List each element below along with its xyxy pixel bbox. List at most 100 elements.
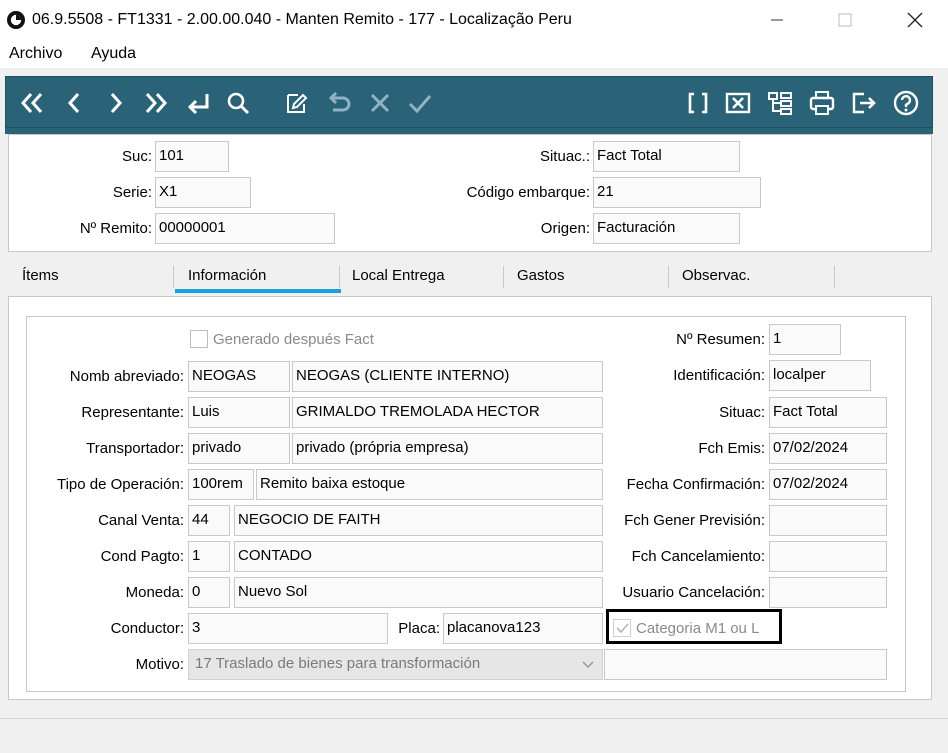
moneda-code-field[interactable]: 0 — [188, 577, 230, 608]
tipo-operacion-desc-field[interactable]: Remito baixa estoque — [256, 469, 603, 500]
print-button[interactable] — [806, 87, 838, 119]
suc-field[interactable]: 101 — [155, 141, 229, 172]
identificacion-field[interactable]: localper — [769, 360, 871, 391]
tree-icon — [768, 92, 792, 115]
tab-separator — [834, 266, 835, 288]
menu-ayuda[interactable]: Ayuda — [91, 45, 136, 63]
fch-gener-prevision-field[interactable] — [769, 505, 887, 536]
generado-checkbox[interactable] — [190, 330, 208, 348]
app-icon — [7, 11, 25, 29]
status-divider — [0, 718, 948, 719]
last-record-button[interactable] — [140, 87, 172, 119]
next-record-button[interactable] — [100, 87, 132, 119]
tab-bar: Ítems Información Local Entrega Gastos O… — [8, 260, 938, 296]
maximize-icon — [838, 13, 852, 27]
title-bar: 06.9.5508 - FT1331 - 2.00.00.040 - Mante… — [0, 0, 948, 40]
fch-cancelamiento-field[interactable] — [769, 541, 887, 572]
exit-button[interactable] — [848, 87, 880, 119]
remito-label: Nº Remito: — [79, 220, 152, 237]
tipo-operacion-label: Tipo de Operación: — [56, 476, 184, 493]
help-button[interactable] — [890, 87, 922, 119]
motivo-label: Motivo: — [135, 656, 184, 673]
tab-gastos[interactable]: Gastos — [517, 267, 565, 284]
tab-informacion[interactable]: Información — [188, 267, 266, 284]
cancel-button[interactable] — [364, 87, 396, 119]
confirm-button[interactable] — [404, 87, 436, 119]
highlight-box — [606, 609, 782, 644]
transportador-desc-field[interactable]: privado (própria empresa) — [292, 433, 603, 464]
remito-field[interactable]: 00000001 — [155, 213, 335, 244]
brackets-button[interactable] — [682, 87, 714, 119]
menu-archivo[interactable]: Archivo — [9, 45, 62, 63]
placa-field[interactable]: placanova123 — [443, 613, 603, 644]
chevron-down-icon — [582, 661, 594, 669]
fch-gener-prevision-label: Fch Gener Previsión: — [624, 512, 765, 529]
search-icon — [227, 92, 250, 115]
tab-local-entrega[interactable]: Local Entrega — [352, 267, 445, 284]
tipo-operacion-code-field[interactable]: 100rem — [188, 469, 254, 500]
goto-button[interactable] — [182, 87, 214, 119]
menu-bar: Archivo Ayuda — [0, 40, 948, 68]
goto-icon — [187, 94, 209, 115]
codigo-embarque-label: Código embarque: — [466, 184, 590, 201]
canal-venta-code-field[interactable]: 44 — [188, 505, 230, 536]
last-icon — [145, 93, 168, 113]
placa-label: Placa: — [398, 620, 440, 637]
situac-info-field[interactable]: Fact Total — [769, 397, 887, 428]
fecha-confirmacion-field[interactable]: 07/02/2024 — [769, 469, 887, 500]
undo-button[interactable] — [322, 87, 354, 119]
origen-field[interactable]: Facturación — [593, 213, 740, 244]
delete-button[interactable] — [722, 87, 754, 119]
conductor-label: Conductor: — [110, 620, 184, 637]
close-icon — [907, 12, 923, 28]
conductor-field[interactable]: 3 — [188, 613, 388, 644]
delete-icon — [725, 92, 751, 114]
tab-separator — [668, 266, 669, 288]
tab-items[interactable]: Ítems — [22, 267, 59, 284]
nombre-code-field[interactable]: NEOGAS — [188, 361, 290, 392]
tree-button[interactable] — [764, 87, 796, 119]
window-title: 06.9.5508 - FT1331 - 2.00.00.040 - Mante… — [32, 11, 572, 28]
generado-label: Generado después Fact — [213, 331, 374, 348]
fch-emis-field[interactable]: 07/02/2024 — [769, 433, 887, 464]
tab-observac[interactable]: Observac. — [682, 267, 750, 284]
codigo-embarque-field[interactable]: 21 — [593, 177, 761, 208]
extra-field[interactable] — [604, 649, 887, 680]
edit-button[interactable] — [280, 87, 312, 119]
representante-code-field[interactable]: Luis — [188, 397, 290, 428]
resumen-field[interactable]: 1 — [769, 324, 841, 355]
cond-pagto-desc-field[interactable]: CONTADO — [234, 541, 603, 572]
cond-pagto-code-field[interactable]: 1 — [188, 541, 230, 572]
help-icon — [893, 90, 919, 116]
canal-venta-desc-field[interactable]: NEGOCIO DE FAITH — [234, 505, 603, 536]
previous-record-button[interactable] — [58, 87, 90, 119]
tab-separator — [339, 266, 340, 288]
usuario-cancelacion-label: Usuario Cancelación: — [622, 584, 765, 601]
moneda-desc-field[interactable]: Nuevo Sol — [234, 577, 603, 608]
confirm-icon — [408, 95, 432, 114]
transportador-code-field[interactable]: privado — [188, 433, 290, 464]
fch-cancelamiento-label: Fch Cancelamiento: — [631, 548, 765, 565]
situac-info-label: Situac: — [719, 404, 765, 421]
print-icon — [809, 91, 835, 115]
maximize-button[interactable] — [830, 8, 860, 32]
first-icon — [20, 93, 43, 113]
situac-field[interactable]: Fact Total — [593, 141, 740, 172]
cancel-icon — [370, 93, 390, 113]
serie-field[interactable]: X1 — [155, 177, 251, 208]
motivo-select[interactable]: 17 Traslado de bienes para transformació… — [188, 649, 603, 680]
serie-label: Serie: — [112, 184, 152, 201]
representante-desc-field[interactable]: GRIMALDO TREMOLADA HECTOR — [292, 397, 603, 428]
first-record-button[interactable] — [16, 87, 48, 119]
origen-label: Origen: — [540, 220, 590, 237]
close-button[interactable] — [900, 8, 930, 32]
search-button[interactable] — [222, 87, 254, 119]
previous-icon — [67, 93, 80, 113]
cond-pagto-label: Cond Pagto: — [100, 548, 184, 565]
minimize-button[interactable] — [762, 8, 792, 32]
nombre-desc-field[interactable]: NEOGAS (CLIENTE INTERNO) — [292, 361, 603, 392]
identificacion-label: Identificación: — [673, 367, 765, 384]
fch-emis-label: Fch Emis: — [698, 440, 765, 457]
toolbar — [5, 76, 933, 128]
usuario-cancelacion-field[interactable] — [769, 577, 887, 608]
